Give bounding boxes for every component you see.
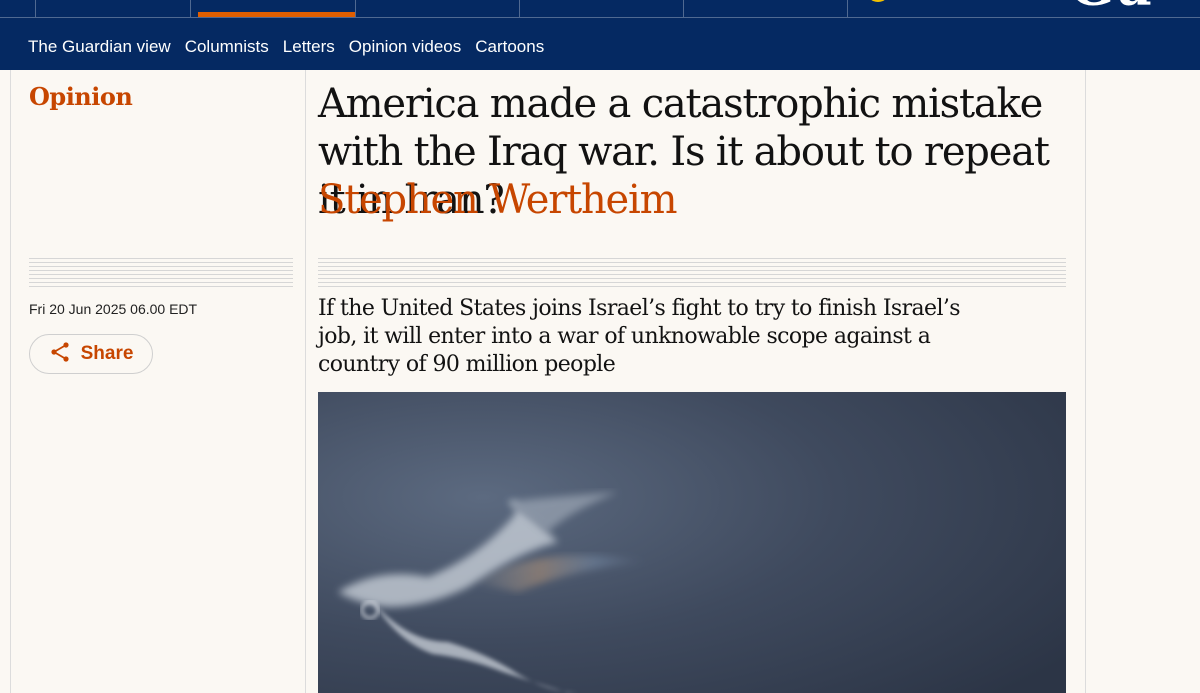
hero-image <box>318 392 1066 693</box>
pillar-divider <box>683 0 684 17</box>
decorative-rules <box>318 258 1066 289</box>
column-rule <box>305 70 306 693</box>
article-dateline[interactable]: Fri 20 Jun 2025 06.00 EDT <box>29 301 197 317</box>
pillar-divider <box>847 0 848 17</box>
column-rule <box>10 70 11 693</box>
decorative-rules <box>29 258 293 289</box>
article-byline[interactable]: Stephen Wertheim <box>318 176 1078 224</box>
subnav-item-opinion-videos[interactable]: Opinion videos <box>349 37 461 57</box>
pillar-divider <box>35 0 36 17</box>
guardian-logo[interactable]: Gu <box>1070 0 1200 6</box>
subnav-item-guardian-view[interactable]: The Guardian view <box>28 37 171 57</box>
subnav-item-cartoons[interactable]: Cartoons <box>475 37 544 57</box>
share-icon <box>49 341 71 367</box>
subnav-item-letters[interactable]: Letters <box>283 37 335 57</box>
opinion-subnav: The Guardian view Columnists Letters Opi… <box>28 34 544 60</box>
share-label: Share <box>80 343 134 364</box>
section-label[interactable]: Opinion <box>29 82 133 111</box>
subnav-divider <box>0 17 1200 18</box>
pillar-strip <box>0 0 1200 17</box>
column-rule <box>1085 70 1086 693</box>
subnav-item-columnists[interactable]: Columnists <box>185 37 269 57</box>
article-standfirst: If the United States joins Israel’s figh… <box>318 296 961 377</box>
share-button[interactable]: Share <box>29 334 153 374</box>
pillar-divider <box>355 0 356 17</box>
pillar-divider <box>190 0 191 17</box>
pillar-divider <box>519 0 520 17</box>
top-navigation: Gu The Guardian view Columnists Letters … <box>0 0 1200 70</box>
